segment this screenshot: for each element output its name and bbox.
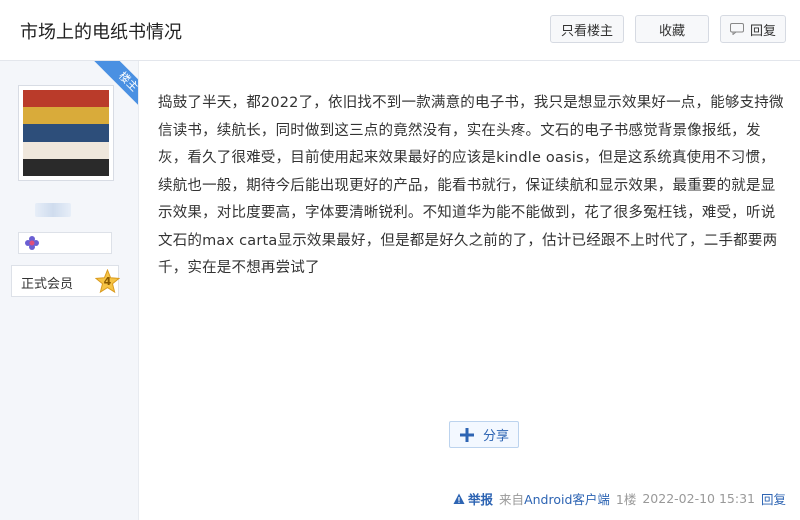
post-footer: 举报 来自Android客户端 1楼 2022-02-10 15:31 回复 [453, 489, 786, 508]
post-datetime: 2022-02-10 15:31 [642, 491, 755, 506]
user-badge [18, 232, 112, 254]
avatar-stripe [23, 141, 109, 159]
share-button[interactable]: 分享 [449, 421, 519, 448]
avatar-stripe [23, 158, 109, 177]
flower-badge-icon [25, 236, 39, 250]
only-op-button[interactable]: 只看楼主 [550, 15, 624, 43]
level-number: 4 [103, 275, 112, 288]
reply-button-label: 回复 [749, 23, 776, 39]
username-blurred[interactable] [35, 203, 71, 217]
member-label: 正式会员 [21, 277, 74, 292]
member-level: 正式会员 4 [11, 265, 121, 297]
level-star-icon: 4 [94, 268, 121, 294]
report-label: 举报 [468, 492, 494, 507]
avatar[interactable] [18, 85, 114, 181]
plus-icon [459, 427, 474, 442]
thread-header: 市场上的电纸书情况 只看楼主 收藏 回复 [0, 0, 800, 61]
avatar-image [23, 90, 109, 177]
warning-icon [453, 493, 465, 504]
source-prefix: 来自 [499, 492, 525, 507]
client-link[interactable]: Android客户端 [524, 492, 610, 507]
share-label: 分享 [482, 429, 509, 444]
avatar-stripe [23, 107, 109, 125]
report-link[interactable]: 举报 [453, 489, 493, 508]
post-content: 捣鼓了半天，都2022了，依旧找不到一款满意的电子书，我只是想显示效果好一点，能… [158, 95, 784, 276]
avatar-stripe [23, 90, 109, 108]
favorite-button[interactable]: 收藏 [635, 15, 709, 43]
comment-icon [729, 23, 744, 35]
reply-button[interactable]: 回复 [720, 15, 786, 43]
footer-reply-link[interactable]: 回复 [761, 489, 786, 508]
avatar-stripe [23, 124, 109, 142]
thread-title: 市场上的电纸书情况 [20, 22, 182, 43]
floor-number: 1楼 [615, 492, 637, 507]
source-text: 来自Android客户端 [499, 489, 610, 508]
